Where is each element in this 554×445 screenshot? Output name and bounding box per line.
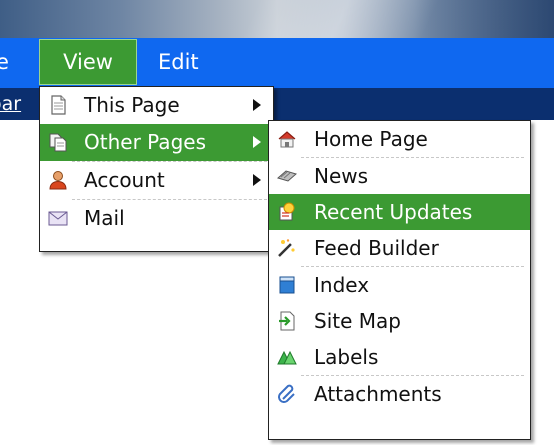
menubar: e View Edit xyxy=(0,38,554,88)
recent-updates-icon xyxy=(279,202,295,221)
view-menu: This Page Other Pages Account Mail xyxy=(39,86,274,252)
pages-icon xyxy=(49,133,67,152)
menu-item-mail[interactable]: Mail xyxy=(40,200,273,237)
submenu-item-labels[interactable]: Labels xyxy=(269,339,530,375)
mail-icon xyxy=(48,211,68,226)
menu-item-account[interactable]: Account xyxy=(40,162,273,199)
user-icon xyxy=(49,171,67,190)
submenu-item-label: Recent Updates xyxy=(314,200,473,224)
submenu-item-attachments[interactable]: Attachments xyxy=(269,376,530,412)
banner-shade xyxy=(414,0,554,38)
menu-item-label: Other Pages xyxy=(84,130,206,154)
submenu-item-home-page[interactable]: Home Page xyxy=(269,121,530,157)
page-icon xyxy=(51,95,66,115)
labels-icon xyxy=(277,350,297,365)
submenu-item-recent-updates[interactable]: Recent Updates xyxy=(269,194,530,230)
menu-item-label: This Page xyxy=(84,93,180,117)
header-banner xyxy=(0,0,554,38)
menu-edit[interactable]: Edit xyxy=(158,38,199,88)
submenu-item-label: Labels xyxy=(314,345,379,369)
menu-item-label: Mail xyxy=(84,206,125,230)
menu-item-this-page[interactable]: This Page xyxy=(40,87,273,124)
index-icon xyxy=(279,276,295,294)
submenu-item-site-map[interactable]: Site Map xyxy=(269,303,530,339)
menu-item-other-pages[interactable]: Other Pages xyxy=(40,124,273,161)
attachments-icon xyxy=(278,384,295,403)
feed-builder-icon xyxy=(278,239,295,257)
menu-item-label: Account xyxy=(84,168,165,192)
submenu-item-index[interactable]: Index xyxy=(269,267,530,303)
submenu-item-label: Attachments xyxy=(314,382,442,406)
submenu-item-news[interactable]: News xyxy=(269,158,530,194)
home-icon xyxy=(278,131,296,148)
submenu-item-feed-builder[interactable]: Feed Builder xyxy=(269,230,530,266)
partial-link[interactable]: oar xyxy=(0,88,40,120)
submenu-arrow-icon xyxy=(253,136,261,148)
menu-partial-item[interactable]: e xyxy=(0,38,24,88)
news-icon xyxy=(277,170,297,182)
submenu-arrow-icon xyxy=(253,99,261,111)
submenu-arrow-icon xyxy=(253,174,261,186)
submenu-item-label: Home Page xyxy=(314,127,428,151)
other-pages-submenu: Home Page News Recent Updates Feed Build… xyxy=(268,120,531,440)
sitemap-icon xyxy=(279,311,295,331)
submenu-item-label: Site Map xyxy=(314,309,401,333)
submenu-item-label: Index xyxy=(314,273,370,297)
submenu-item-label: News xyxy=(314,164,369,188)
submenu-item-label: Feed Builder xyxy=(314,236,439,260)
menu-view[interactable]: View xyxy=(39,39,137,85)
